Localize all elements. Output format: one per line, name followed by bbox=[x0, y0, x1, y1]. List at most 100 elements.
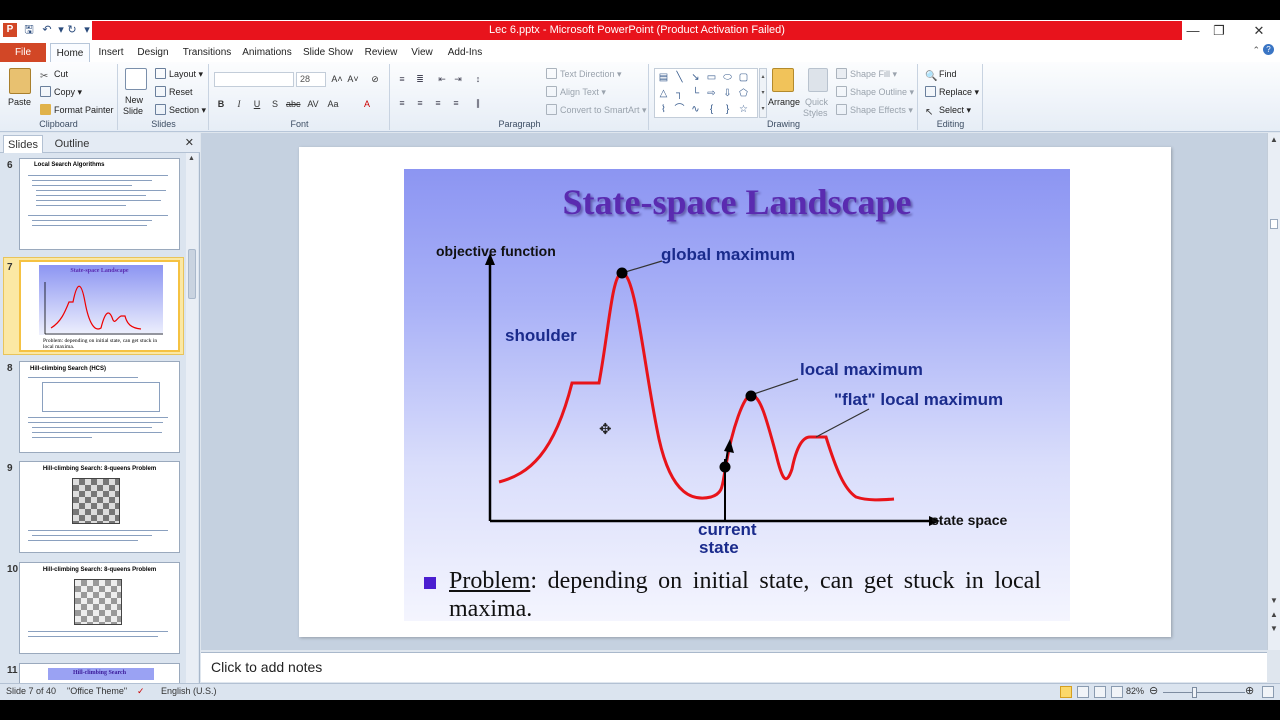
tab-insert[interactable]: Insert bbox=[94, 43, 128, 62]
scroll-down-icon[interactable]: ▼ bbox=[1270, 596, 1278, 605]
line-spacing-icon[interactable]: ↕ bbox=[471, 73, 485, 85]
freeform-shape-icon[interactable]: ⌇ bbox=[657, 103, 670, 116]
line-shape-icon[interactable]: ╲ bbox=[673, 71, 686, 84]
select-button[interactable]: ↖ Select ▾ bbox=[925, 104, 971, 118]
save-icon[interactable]: 🖫 bbox=[22, 23, 36, 37]
underline-icon[interactable]: U bbox=[250, 97, 264, 111]
next-slide-icon[interactable]: ▼ bbox=[1270, 624, 1278, 633]
right-arrow-shape-icon[interactable]: ⇨ bbox=[705, 87, 718, 100]
language-indicator[interactable]: English (U.S.) bbox=[161, 686, 217, 696]
character-spacing-icon[interactable]: AV bbox=[306, 97, 320, 111]
tab-file[interactable]: File bbox=[0, 43, 46, 62]
theme-name[interactable]: "Office Theme" bbox=[67, 686, 127, 696]
align-center-icon[interactable]: ≡ bbox=[413, 97, 427, 109]
elbow-connector-shape-icon[interactable]: ┐ bbox=[673, 87, 686, 100]
slide-thumbnail-9[interactable]: 9 Hill-climbing Search: 8-queens Problem bbox=[3, 461, 183, 554]
zoom-slider[interactable] bbox=[1163, 692, 1245, 693]
slide-canvas[interactable]: State-space Landscape objective function… bbox=[299, 147, 1171, 637]
scroll-up-icon[interactable]: ▲ bbox=[188, 155, 195, 162]
section-button[interactable]: Section ▾ bbox=[155, 104, 206, 116]
spellcheck-icon[interactable]: ✓ bbox=[137, 686, 145, 697]
tab-outline-panel[interactable]: Outline bbox=[50, 135, 94, 153]
tab-review[interactable]: Review bbox=[362, 43, 400, 62]
tab-add-ins[interactable]: Add-Ins bbox=[444, 43, 486, 62]
rectangle-shape-icon[interactable]: ▭ bbox=[705, 71, 718, 84]
tab-animations[interactable]: Animations bbox=[240, 43, 294, 62]
cut-button[interactable]: ✂ Cut bbox=[40, 68, 68, 82]
increase-indent-icon[interactable]: ⇥ bbox=[451, 73, 465, 85]
arrange-icon[interactable] bbox=[772, 68, 794, 92]
tab-transitions[interactable]: Transitions bbox=[178, 43, 236, 62]
previous-slide-icon[interactable]: ▲ bbox=[1270, 610, 1278, 619]
minimize-ribbon-icon[interactable]: ⌃ bbox=[1252, 45, 1260, 56]
scrollbar-thumb[interactable] bbox=[1270, 219, 1278, 229]
numbering-icon[interactable]: ≣ bbox=[413, 73, 427, 85]
slide-thumbnail-8[interactable]: 8 Hill-climbing Search (HCS) bbox=[3, 361, 183, 454]
clear-formatting-icon[interactable]: ⊘ bbox=[368, 72, 382, 86]
zoom-level[interactable]: 82% bbox=[1126, 686, 1144, 696]
oval-shape-icon[interactable]: ⬭ bbox=[721, 71, 734, 84]
shape-effects-button[interactable]: Shape Effects ▾ bbox=[836, 104, 913, 116]
tab-design[interactable]: Design bbox=[134, 43, 172, 62]
font-color-icon[interactable]: A bbox=[360, 97, 374, 111]
shape-fill-button[interactable]: Shape Fill ▾ bbox=[836, 68, 897, 80]
curve-shape-icon[interactable]: ⌒ bbox=[673, 103, 686, 116]
shrink-font-icon[interactable]: A˅ bbox=[346, 72, 360, 86]
close-panel-icon[interactable]: ✕ bbox=[185, 136, 194, 149]
new-slide-icon[interactable] bbox=[125, 68, 147, 90]
decrease-indent-icon[interactable]: ⇤ bbox=[435, 73, 449, 85]
normal-view-button[interactable] bbox=[1060, 686, 1072, 698]
close-icon[interactable]: ✕ bbox=[1244, 22, 1274, 40]
strikethrough-icon[interactable]: abc bbox=[286, 97, 301, 111]
undo-icon[interactable]: ↶ bbox=[40, 23, 54, 37]
paste-button[interactable]: Paste bbox=[8, 96, 31, 108]
elbow-arrow-shape-icon[interactable]: └ bbox=[689, 87, 702, 100]
triangle-shape-icon[interactable]: △ bbox=[657, 87, 670, 100]
flowchart-shape-icon[interactable]: ⬠ bbox=[737, 87, 750, 100]
brace-right-shape-icon[interactable]: } bbox=[721, 103, 734, 116]
arrow-line-shape-icon[interactable]: ↘ bbox=[689, 71, 702, 84]
slide-thumbnail-6[interactable]: 6 Local Search Algorithms bbox=[3, 158, 183, 251]
textbox-shape-icon[interactable]: ▤ bbox=[657, 71, 670, 84]
restore-icon[interactable]: ❐ bbox=[1204, 22, 1234, 40]
columns-icon[interactable]: ∥ bbox=[471, 97, 485, 109]
paste-icon[interactable] bbox=[9, 68, 31, 94]
font-name-dropdown[interactable] bbox=[214, 72, 294, 87]
new-slide-label-2[interactable]: Slide bbox=[123, 105, 143, 117]
fit-to-window-button[interactable] bbox=[1262, 686, 1274, 698]
align-left-icon[interactable]: ≡ bbox=[395, 97, 409, 109]
redo-icon[interactable]: ↻ bbox=[65, 23, 79, 37]
slide-show-button[interactable] bbox=[1111, 686, 1123, 698]
text-direction-button[interactable]: Text Direction ▾ bbox=[546, 68, 622, 80]
tab-slide-show[interactable]: Slide Show bbox=[300, 43, 356, 62]
replace-button[interactable]: Replace ▾ bbox=[925, 86, 979, 98]
format-painter-button[interactable]: Format Painter bbox=[40, 104, 114, 116]
scrollbar-thumb[interactable] bbox=[188, 249, 196, 299]
italic-icon[interactable]: I bbox=[232, 97, 246, 111]
tab-view[interactable]: View bbox=[406, 43, 438, 62]
font-size-dropdown[interactable]: 28 bbox=[296, 72, 326, 87]
justify-icon[interactable]: ≡ bbox=[449, 97, 463, 109]
grow-font-icon[interactable]: A˄ bbox=[330, 72, 344, 86]
copy-button[interactable]: Copy ▾ bbox=[40, 86, 82, 98]
zoom-slider-knob[interactable] bbox=[1192, 687, 1197, 698]
shape-outline-button[interactable]: Shape Outline ▾ bbox=[836, 86, 914, 98]
zoom-in-icon[interactable]: ⊕ bbox=[1245, 684, 1254, 697]
shadow-icon[interactable]: S bbox=[268, 97, 282, 111]
zoom-out-icon[interactable]: ⊖ bbox=[1149, 684, 1158, 697]
slide-thumbnail-7[interactable]: 7 State-space Landscape Problem: dependi… bbox=[3, 257, 184, 355]
slide-sorter-button[interactable] bbox=[1077, 686, 1089, 698]
down-arrow-shape-icon[interactable]: ⇩ bbox=[721, 87, 734, 100]
help-icon[interactable]: ? bbox=[1263, 44, 1274, 55]
align-right-icon[interactable]: ≡ bbox=[431, 97, 445, 109]
convert-smartart-button[interactable]: Convert to SmartArt ▾ bbox=[546, 104, 647, 116]
rounded-rect-shape-icon[interactable]: ▢ bbox=[737, 71, 750, 84]
problem-statement[interactable]: Problem: depending on initial state, can… bbox=[449, 567, 1041, 623]
reset-button[interactable]: Reset bbox=[155, 86, 193, 98]
slide-thumbnail-10[interactable]: 10 Hill-climbing Search: 8-queens Proble… bbox=[3, 562, 183, 655]
arrange-button[interactable]: Arrange bbox=[768, 96, 800, 108]
tab-slides-panel[interactable]: Slides bbox=[3, 135, 43, 153]
layout-button[interactable]: Layout ▾ bbox=[155, 68, 203, 80]
thumbnails-scrollbar[interactable]: ▲ bbox=[186, 153, 198, 683]
slide-thumbnail-11[interactable]: 11 Hill-climbing Search bbox=[3, 663, 183, 683]
